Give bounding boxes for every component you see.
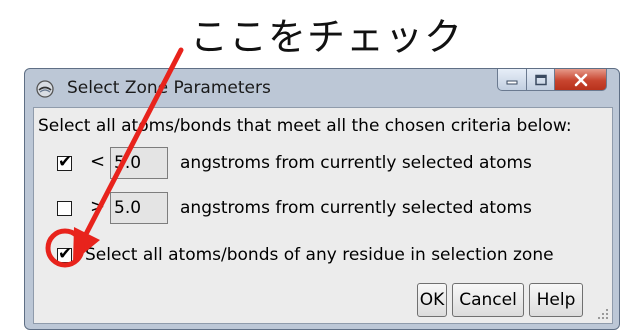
checkmark-icon: ✔ — [58, 244, 73, 264]
ok-button[interactable]: OK — [417, 283, 447, 317]
greater-than-label: angstroms from currently selected atoms — [180, 198, 532, 218]
checkmark-icon: ✔ — [58, 152, 73, 172]
close-icon — [574, 73, 587, 86]
criteria-row-less-than: ✔ < 5.0 angstroms from currently selecte… — [34, 146, 612, 180]
maximize-button[interactable] — [527, 69, 555, 91]
instruction-text: Select all atoms/bonds that meet all the… — [38, 116, 572, 136]
less-than-label: angstroms from currently selected atoms — [180, 153, 532, 173]
select-zone-dialog: Select Zone Parameters Select all atoms/… — [24, 68, 620, 330]
callout-text: ここをチェック — [190, 15, 464, 59]
residue-zone-checkbox[interactable]: ✔ — [57, 244, 72, 264]
app-icon — [36, 80, 54, 98]
less-than-operator: < — [90, 151, 106, 172]
maximize-icon — [534, 74, 547, 85]
minimize-button[interactable] — [497, 69, 527, 91]
criteria-row-greater-than: > 5.0 angstroms from currently selected … — [34, 191, 612, 225]
minimize-icon — [506, 80, 518, 84]
less-than-distance-input[interactable]: 5.0 — [110, 147, 168, 179]
window-title: Select Zone Parameters — [67, 78, 271, 98]
resize-grip-icon[interactable] — [596, 307, 610, 321]
greater-than-distance-input[interactable]: 5.0 — [110, 192, 168, 224]
dialog-body: Select all atoms/bonds that meet all the… — [33, 107, 613, 324]
residue-zone-label: Select all atoms/bonds of any residue in… — [85, 245, 554, 265]
close-button[interactable] — [555, 69, 607, 91]
less-than-checkbox[interactable]: ✔ — [57, 152, 72, 172]
greater-than-operator: > — [90, 196, 106, 217]
help-button[interactable]: Help — [529, 283, 583, 317]
greater-than-checkbox[interactable] — [57, 201, 72, 216]
cancel-button[interactable]: Cancel — [452, 283, 524, 317]
residue-option-row: ✔ Select all atoms/bonds of any residue … — [34, 238, 612, 272]
title-bar[interactable]: Select Zone Parameters — [25, 69, 619, 107]
